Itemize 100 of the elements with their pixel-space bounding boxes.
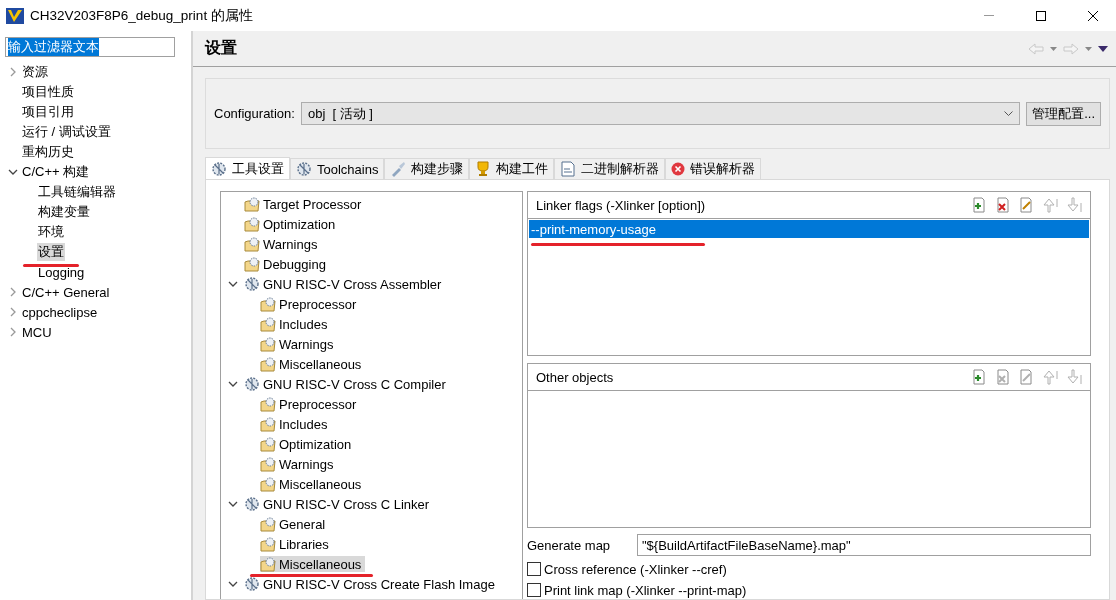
dropdown-caret-icon[interactable] xyxy=(1085,46,1092,51)
close-icon xyxy=(1088,10,1098,21)
folder-gear-icon xyxy=(260,316,276,332)
folder-gear-icon xyxy=(244,196,260,212)
tool-gear-icon xyxy=(244,576,260,592)
chevron-right-icon[interactable] xyxy=(10,327,16,337)
tree-item-label[interactable]: GNU RISC-V Cross C Linker xyxy=(263,496,430,512)
view-menu-icon[interactable] xyxy=(1098,45,1108,52)
maximize-icon xyxy=(1036,10,1046,21)
nav-item[interactable]: 工具链编辑器 xyxy=(37,183,117,201)
gear-icon xyxy=(211,160,227,177)
generate-map-field[interactable]: "${BuildArtifactFileBaseName}.map" xyxy=(637,534,1091,556)
page-title: 设置 xyxy=(205,38,238,58)
brush-icon xyxy=(390,161,407,177)
checkbox-label: Print link map (-Xlinker --print-map) xyxy=(544,582,747,598)
gear-icon xyxy=(296,161,312,177)
tree-item-label[interactable]: Optimization xyxy=(263,216,336,232)
nav-item[interactable]: 项目引用 xyxy=(21,103,75,121)
tree-item-label[interactable]: Includes xyxy=(279,416,328,432)
folder-gear-icon xyxy=(244,216,260,232)
move-down-icon[interactable] xyxy=(1066,197,1082,213)
edit-icon[interactable] xyxy=(1018,197,1034,213)
folder-gear-icon xyxy=(260,356,276,372)
minimize-icon xyxy=(984,15,994,16)
folder-gear-icon xyxy=(260,536,276,552)
tree-item-label[interactable]: Includes xyxy=(279,316,328,332)
nav-item[interactable]: C/C++ 构建 xyxy=(21,163,91,181)
nav-item[interactable]: 环境 xyxy=(37,223,65,241)
tree-item-label[interactable]: Debugging xyxy=(263,256,326,272)
tree-item-label[interactable]: GNU RISC-V Cross C Compiler xyxy=(263,376,446,392)
chevron-right-icon[interactable] xyxy=(10,307,16,317)
app-logo-icon xyxy=(6,7,24,24)
folder-gear-icon xyxy=(260,396,276,412)
folder-gear-icon xyxy=(244,236,260,252)
configuration-dropdown[interactable]: obj [ 活动 ] xyxy=(300,102,1021,125)
tree-item-label[interactable]: Preprocessor xyxy=(279,396,357,412)
configuration-label: Configuration: xyxy=(214,106,295,121)
generate-map-label: Generate map xyxy=(527,537,612,553)
folder-gear-icon xyxy=(260,336,276,352)
tree-item-label[interactable]: Preprocessor xyxy=(279,296,357,312)
tree-item-label[interactable]: GNU RISC-V Cross Assembler xyxy=(263,276,442,292)
add-icon[interactable] xyxy=(970,197,986,213)
manage-configurations-button[interactable]: 管理配置... xyxy=(1026,101,1101,126)
chevron-down-icon[interactable] xyxy=(228,281,238,287)
checkbox-label: Cross reference (-Xlinker --cref) xyxy=(544,561,727,577)
checkbox[interactable] xyxy=(527,562,541,576)
tree-item-label[interactable]: Miscellaneous xyxy=(279,476,362,492)
tool-gear-icon xyxy=(244,276,260,292)
binary-file-icon xyxy=(560,161,577,177)
chevron-down-icon[interactable] xyxy=(8,169,18,175)
add-icon[interactable] xyxy=(970,369,986,385)
folder-gear-icon xyxy=(260,456,276,472)
trophy-icon xyxy=(475,161,492,177)
move-up-icon[interactable] xyxy=(1042,369,1058,385)
tab[interactable]: 构建工件 xyxy=(469,158,555,179)
tab[interactable]: 错误解析器 xyxy=(665,158,762,179)
chevron-down-icon[interactable] xyxy=(228,381,238,387)
move-up-icon[interactable] xyxy=(1042,197,1058,213)
move-down-icon[interactable] xyxy=(1066,369,1082,385)
nav-item[interactable]: MCU xyxy=(21,324,53,340)
chevron-down-icon[interactable] xyxy=(228,581,238,587)
filter-field[interactable]: 输入过滤器文本 xyxy=(5,37,175,57)
dropdown-caret-icon[interactable] xyxy=(1050,46,1057,51)
error-icon xyxy=(671,162,686,176)
tree-item-label[interactable]: Warnings xyxy=(279,336,334,352)
nav-item[interactable]: cppcheclipse xyxy=(21,304,99,320)
tree-item-label[interactable]: GNU RISC-V Cross Create Flash Image xyxy=(263,576,495,592)
tree-item-label[interactable]: Optimization xyxy=(279,436,352,452)
tree-item-label[interactable]: Warnings xyxy=(263,236,318,252)
tab[interactable]: 二进制解析器 xyxy=(554,158,666,179)
tree-item-label[interactable]: Warnings xyxy=(279,456,334,472)
tree-item-label[interactable]: Miscellaneous xyxy=(279,356,362,372)
nav-item[interactable]: 重构历史 xyxy=(21,143,75,161)
chevron-right-icon[interactable] xyxy=(10,287,16,297)
folder-gear-icon xyxy=(260,556,276,572)
folder-gear-icon xyxy=(260,416,276,432)
nav-item[interactable]: 项目性质 xyxy=(21,83,75,101)
folder-gear-icon xyxy=(260,516,276,532)
tab[interactable]: 构建步骤 xyxy=(384,158,470,179)
delete-icon[interactable] xyxy=(994,197,1010,213)
tool-gear-icon xyxy=(244,376,260,392)
nav-item[interactable]: C/C++ General xyxy=(21,284,111,300)
nav-item[interactable]: 运行 / 调试设置 xyxy=(21,123,112,141)
nav-item[interactable]: 构建变量 xyxy=(37,203,91,221)
nav-item[interactable]: 资源 xyxy=(21,63,49,81)
nav-item[interactable]: Logging xyxy=(37,264,86,280)
chevron-down-icon xyxy=(1004,111,1014,116)
checkbox[interactable] xyxy=(527,583,541,597)
tree-item-label[interactable]: Libraries xyxy=(279,536,329,552)
tree-item-label[interactable]: General xyxy=(279,516,326,532)
folder-gear-icon xyxy=(260,476,276,492)
list-title: Linker flags (-Xlinker [option]) xyxy=(536,197,706,213)
tab[interactable]: Toolchains xyxy=(290,158,385,179)
chevron-down-icon[interactable] xyxy=(228,501,238,507)
window-title: CH32V203F8P6_debug_print 的属性 xyxy=(30,6,254,25)
tab[interactable]: 工具设置 xyxy=(205,157,290,179)
tree-item-label[interactable]: Target Processor xyxy=(263,196,362,212)
tool-gear-icon xyxy=(244,496,260,512)
chevron-right-icon[interactable] xyxy=(10,67,16,77)
edit-icon[interactable] xyxy=(1018,369,1034,385)
